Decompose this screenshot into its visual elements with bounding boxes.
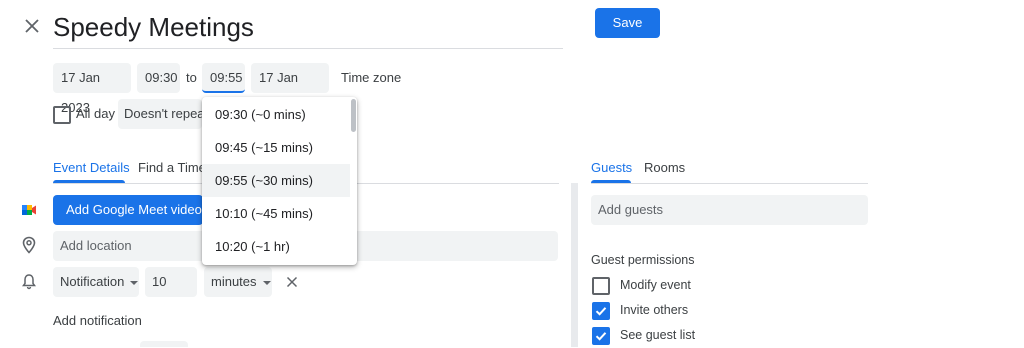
chevron-down-icon — [130, 280, 139, 285]
location-pin-icon — [22, 236, 36, 254]
time-option[interactable]: 10:10 (~45 mins) — [202, 197, 350, 230]
end-date-field[interactable]: 17 Jan 2023 — [251, 63, 329, 115]
notification-unit-select[interactable]: minutes — [204, 267, 272, 297]
checkmark-icon — [595, 307, 607, 316]
timezone-link[interactable]: Time zone — [341, 63, 401, 93]
start-time-field[interactable]: 09:30 — [137, 63, 180, 93]
notification-type-label: Notification — [60, 274, 125, 289]
save-button[interactable]: Save — [595, 8, 660, 38]
modify-event-checkbox[interactable] — [592, 277, 610, 295]
tab-find-a-time[interactable]: Find a Time — [138, 160, 206, 175]
start-date-field[interactable]: 17 Jan 2023 — [53, 63, 131, 115]
partial-field — [140, 341, 188, 347]
close-icon[interactable] — [18, 12, 46, 40]
google-meet-icon — [22, 205, 36, 215]
dropdown-scrollbar[interactable] — [351, 99, 356, 132]
repeat-select[interactable]: Doesn't repeat — [118, 99, 202, 129]
end-time-field[interactable]: 09:55 — [202, 63, 245, 93]
all-day-checkbox[interactable] — [53, 106, 71, 124]
event-title-input[interactable]: Speedy Meetings — [53, 10, 563, 49]
notification-unit-label: minutes — [211, 274, 257, 289]
bell-icon — [22, 274, 36, 290]
guests-tabs-divider — [591, 183, 868, 184]
end-time-dropdown: 09:30 (~0 mins) 09:45 (~15 mins) 09:55 (… — [202, 97, 357, 265]
all-day-label: All day — [76, 106, 116, 121]
guest-permissions-title: Guest permissions — [591, 253, 695, 267]
invite-others-label: Invite others — [620, 303, 689, 317]
column-separator — [571, 183, 578, 347]
tab-rooms[interactable]: Rooms — [644, 160, 685, 175]
add-guests-input[interactable]: Add guests — [591, 195, 868, 225]
chevron-down-icon — [262, 280, 271, 285]
see-guest-list-label: See guest list — [620, 328, 696, 342]
notification-value-input[interactable]: 10 — [145, 267, 197, 297]
tab-event-details[interactable]: Event Details — [53, 160, 130, 175]
add-google-meet-button[interactable]: Add Google Meet video conferencing — [53, 195, 203, 225]
time-option[interactable]: 09:30 (~0 mins) — [202, 98, 350, 131]
add-notification-link[interactable]: Add notification — [53, 313, 142, 328]
time-option-selected[interactable]: 09:55 (~30 mins) — [202, 164, 350, 197]
tab-guests[interactable]: Guests — [591, 160, 632, 175]
to-label: to — [186, 70, 197, 85]
modify-event-label: Modify event — [620, 278, 691, 292]
invite-others-checkbox[interactable] — [592, 302, 610, 320]
time-option[interactable]: 10:20 (~1 hr) — [202, 230, 350, 263]
remove-notification-icon[interactable] — [284, 274, 300, 290]
time-option[interactable]: 09:45 (~15 mins) — [202, 131, 350, 164]
see-guest-list-checkbox[interactable] — [592, 327, 610, 345]
notification-type-select[interactable]: Notification — [53, 267, 139, 297]
checkmark-icon — [595, 332, 607, 341]
